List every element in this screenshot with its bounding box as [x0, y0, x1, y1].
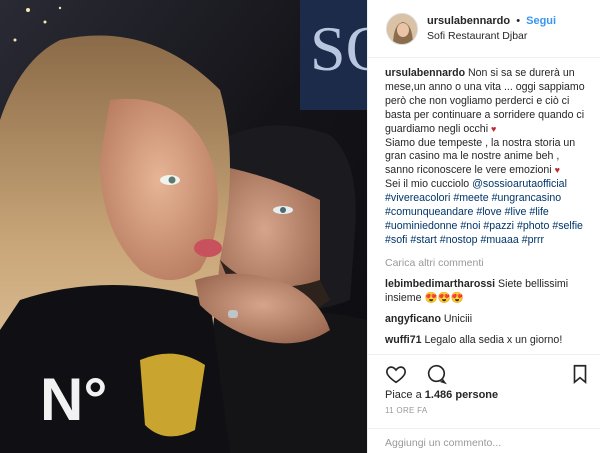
- likes-count[interactable]: Piace a 1.486 persone: [368, 385, 600, 401]
- follow-button[interactable]: Segui: [526, 15, 556, 27]
- hashtag-link[interactable]: #live: [505, 206, 527, 218]
- hashtag-link[interactable]: #uominiedonne: [385, 220, 457, 232]
- heart-emoji: ♥: [554, 165, 560, 176]
- likes-prefix: Piace a: [385, 389, 422, 401]
- avatar-image: [387, 13, 417, 44]
- hashtag-link[interactable]: #muaaa: [480, 234, 518, 246]
- caption-paragraph-3: Sei il mio cucciolo: [385, 178, 470, 191]
- photo-illustration: SO N°: [0, 0, 367, 453]
- comment-username[interactable]: lebimbedimartharossi: [385, 278, 495, 290]
- post-header: ursulabennardo • Segui Sofi Restaurant D…: [368, 0, 600, 58]
- heart-emoji: ♥: [491, 123, 497, 134]
- comment: wuffi71 Legalo alla sedia x un giorno!: [385, 333, 590, 347]
- post-caption: ursulabennardo Non si sa se durerà un me…: [385, 67, 590, 248]
- comment-text: Uniciii: [443, 312, 473, 325]
- comment: lebimbedimartharossi Siete bellissimi in…: [385, 277, 590, 305]
- bookmark-icon[interactable]: [569, 363, 591, 385]
- hashtag-link[interactable]: #nostop: [440, 234, 478, 246]
- post-actions: Piace a 1.486 persone 11 ORE FA Aggiungi…: [368, 354, 600, 453]
- mention-link[interactable]: @sossioarutaofficial: [472, 178, 567, 190]
- caption-paragraph-2: Siamo due tempeste , la nostra storia un…: [385, 136, 576, 177]
- hashtag-link[interactable]: #ungrancasino: [492, 192, 562, 204]
- hashtag-link[interactable]: #sofi: [385, 234, 407, 246]
- hashtag-list: #vivereacolori #meete #ungrancasino #com…: [385, 192, 583, 246]
- post-timestamp: 11 ORE FA: [385, 406, 428, 415]
- load-more-comments[interactable]: Carica altri commenti: [385, 257, 590, 269]
- separator-dot: •: [516, 14, 521, 27]
- caption-username[interactable]: ursulabennardo: [385, 67, 465, 79]
- add-comment-input[interactable]: Aggiungi un commento...: [368, 428, 600, 453]
- hashtag-link[interactable]: #prrr: [522, 234, 544, 246]
- comment-text: Legalo alla sedia x un giorno!: [424, 333, 563, 346]
- comment-username[interactable]: angyficano: [385, 313, 441, 325]
- header-username[interactable]: ursulabennardo: [427, 15, 510, 27]
- comments-area[interactable]: ursulabennardo Non si sa se durerà un me…: [368, 58, 600, 354]
- sign-text: SO: [310, 13, 367, 84]
- comment-username[interactable]: wuffi71: [385, 334, 422, 346]
- hashtag-link[interactable]: #photo: [517, 220, 549, 232]
- hashtag-link[interactable]: #start: [410, 234, 437, 246]
- post-sidebar: ursulabennardo • Segui Sofi Restaurant D…: [367, 0, 600, 453]
- hashtag-link[interactable]: #comunqueandare: [385, 206, 473, 218]
- comment: angyficano Uniciii: [385, 312, 590, 326]
- hashtag-link[interactable]: #vivereacolori: [385, 192, 450, 204]
- hashtag-link[interactable]: #love: [476, 206, 501, 218]
- comment-icon[interactable]: [425, 363, 447, 385]
- heart-icon[interactable]: [385, 363, 407, 385]
- likes-number[interactable]: 1.486 persone: [425, 389, 498, 401]
- avatar[interactable]: [386, 12, 418, 45]
- hashtag-link[interactable]: #selfie: [552, 220, 583, 232]
- hashtag-link[interactable]: #pazzi: [483, 220, 514, 232]
- hashtag-link[interactable]: #meete: [453, 192, 488, 204]
- hashtag-link[interactable]: #noi: [460, 220, 480, 232]
- hashtag-link[interactable]: #life: [529, 206, 548, 218]
- post-photo[interactable]: SO N°: [0, 0, 367, 453]
- location-link[interactable]: Sofi Restaurant Djbar: [427, 29, 556, 44]
- shirt-text: N°: [40, 366, 107, 433]
